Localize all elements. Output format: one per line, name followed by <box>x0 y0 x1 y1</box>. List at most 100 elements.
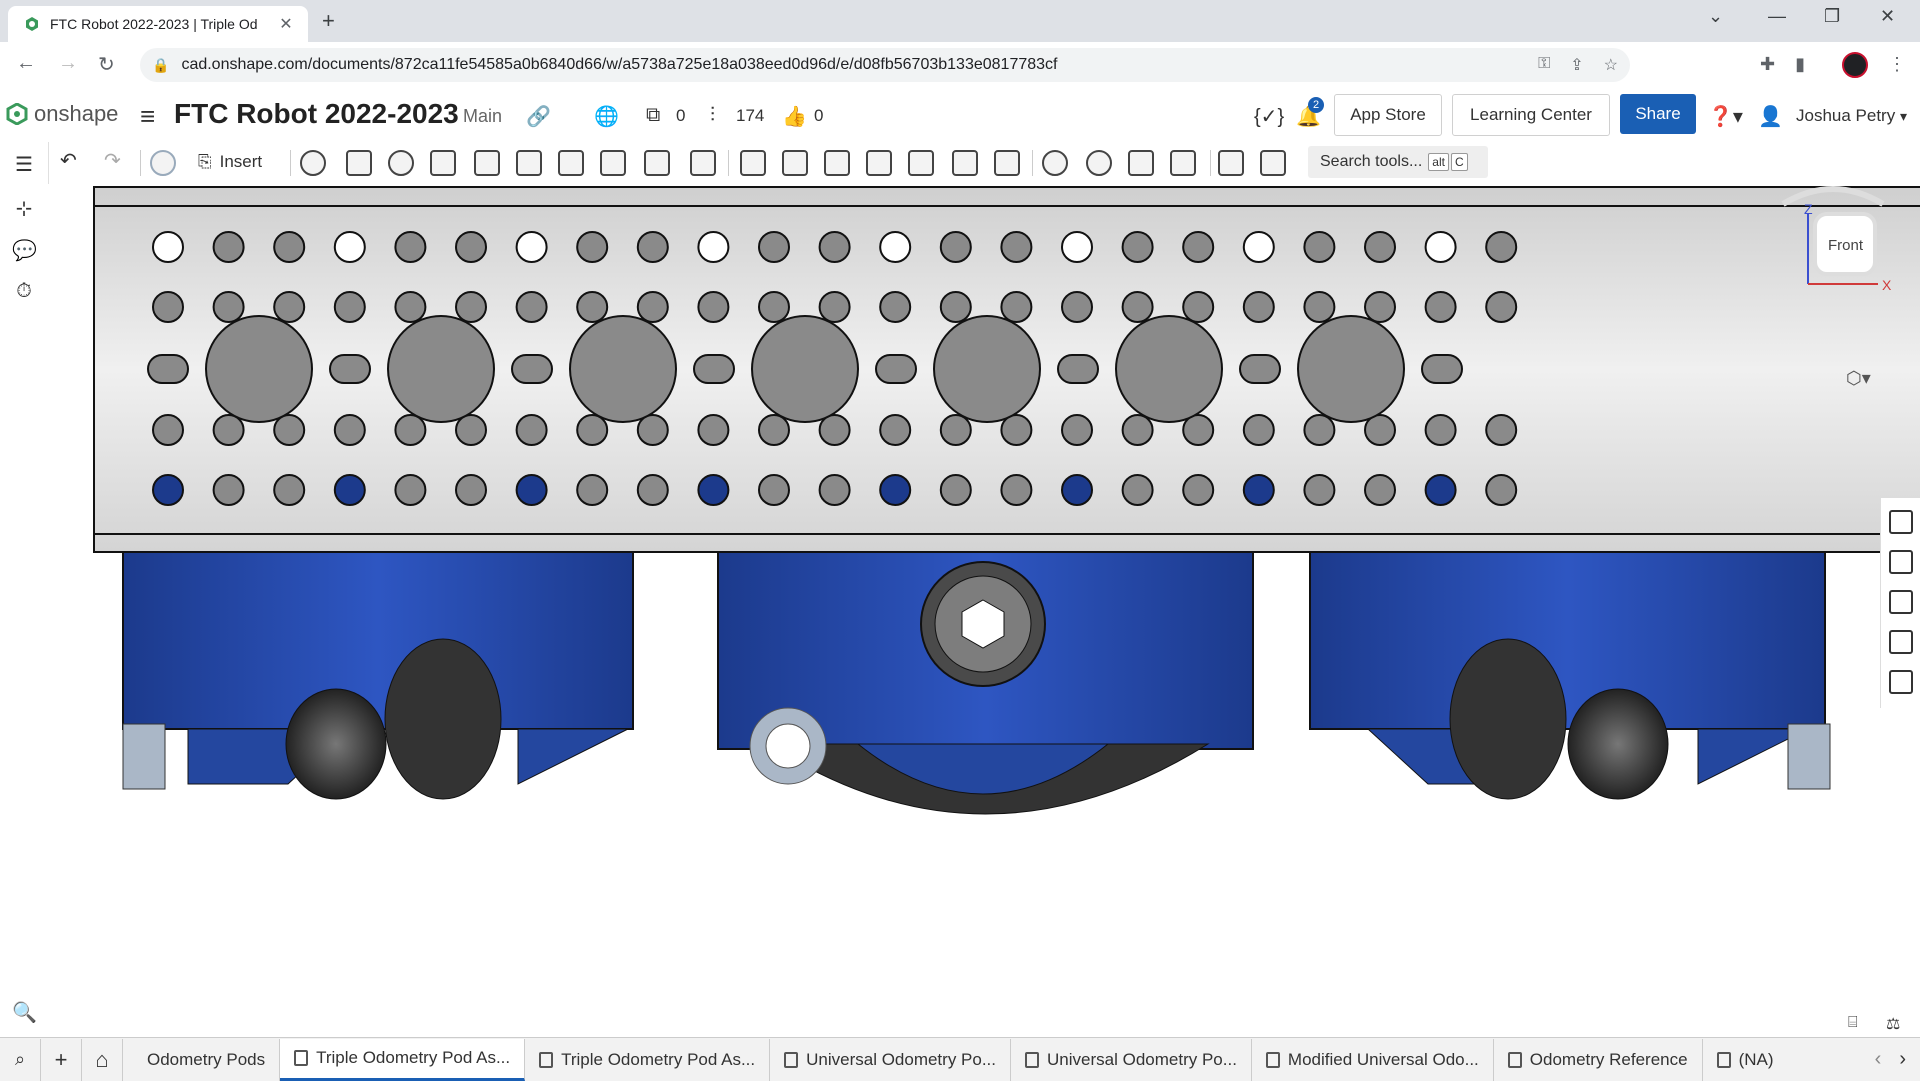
user-name[interactable]: Joshua Petry <box>1796 106 1895 126</box>
tab-assembly[interactable]: Universal Odometry Po... <box>770 1038 1012 1081</box>
ball-mate-icon[interactable] <box>644 150 670 176</box>
tab-assembly[interactable]: Triple Odometry Pod As... <box>525 1038 771 1081</box>
configurations-icon[interactable] <box>1889 630 1913 654</box>
screw-relation-icon[interactable] <box>866 150 892 176</box>
linear-relation-icon[interactable] <box>908 150 934 176</box>
mass-properties-icon[interactable] <box>1889 590 1913 614</box>
section-view-icon[interactable] <box>1260 150 1286 176</box>
planar-mate-icon[interactable] <box>516 150 542 176</box>
gear-generator-icon[interactable] <box>1086 150 1112 176</box>
learning-center-button[interactable]: Learning Center <box>1452 94 1610 136</box>
insert-button[interactable]: ⎘ Insert <box>198 152 262 172</box>
revolute-mate-icon[interactable] <box>430 150 456 176</box>
group-icon[interactable] <box>740 150 766 176</box>
extensions-icon[interactable]: ✚ <box>1760 54 1775 75</box>
lock-icon[interactable]: 🔒 <box>152 57 169 74</box>
channel-hole <box>1242 474 1275 506</box>
scroll-tabs-left-icon[interactable]: ‹ <box>1875 1048 1882 1071</box>
sprocket-icon[interactable] <box>1042 150 1068 176</box>
onshape-logo[interactable]: onshape <box>6 101 118 127</box>
gear-relation-icon[interactable] <box>782 150 808 176</box>
link-icon[interactable]: 🔗 <box>526 104 551 129</box>
tab-folder[interactable]: Odometry Pods <box>123 1038 281 1081</box>
belt-icon[interactable] <box>1128 150 1154 176</box>
mate-connector-icon[interactable] <box>150 150 176 176</box>
properties-icon[interactable] <box>1889 510 1913 534</box>
rack-pinion-icon[interactable] <box>824 150 850 176</box>
feature-toolbar: ↶ ↷ ⎘ Insert Search tools... alt C <box>0 142 1920 184</box>
view-cube[interactable]: Z X Front <box>1758 184 1908 349</box>
share-page-icon[interactable]: ⇪ <box>1570 55 1583 75</box>
tab-partstudio[interactable]: (NA) <box>1703 1039 1788 1081</box>
tab-partstudio[interactable]: Modified Universal Odo... <box>1252 1038 1494 1081</box>
user-avatar-icon[interactable]: 👤 <box>1758 104 1783 129</box>
appearance-icon[interactable] <box>1889 550 1913 574</box>
home-icon[interactable]: ⌂ <box>82 1038 123 1081</box>
pin-slot-mate-icon[interactable] <box>600 150 626 176</box>
variables-panel-icon[interactable] <box>1889 670 1913 694</box>
side-panel-icon[interactable]: ▮ <box>1795 54 1805 75</box>
tab-partstudio[interactable]: Universal Odometry Po... <box>1011 1038 1252 1081</box>
channel-hole <box>1000 474 1033 506</box>
search-doc-icon[interactable]: 🔍 <box>12 1000 37 1024</box>
search-tools-input[interactable]: Search tools... alt C <box>1308 146 1488 178</box>
fastened-mate-icon[interactable] <box>388 150 414 176</box>
channel-hole <box>212 291 245 323</box>
slider-mate-icon[interactable] <box>474 150 500 176</box>
chain-icon[interactable] <box>1170 150 1196 176</box>
document-title[interactable]: FTC Robot 2022-2023 <box>174 98 459 130</box>
app-store-button[interactable]: App Store <box>1334 94 1442 136</box>
channel-hole <box>1364 291 1396 323</box>
omnibox[interactable]: 🔒 cad.onshape.com/documents/872ca11fe545… <box>140 48 1630 82</box>
close-tab-icon[interactable]: ✕ <box>276 14 296 34</box>
window-close-icon[interactable]: ✕ <box>1880 6 1895 27</box>
gears-icon[interactable] <box>994 150 1020 176</box>
back-icon[interactable]: ← <box>16 52 36 75</box>
tab-search-icon[interactable]: ⌄ <box>1708 6 1723 27</box>
tab-assembly[interactable]: Odometry Reference <box>1494 1038 1703 1081</box>
undo-icon[interactable]: ↶ <box>60 148 77 173</box>
bookmark-star-icon[interactable]: ☆ <box>1604 55 1618 75</box>
browser-menu-icon[interactable]: ⋮ <box>1888 54 1906 75</box>
hamburger-menu-icon[interactable]: ≡ <box>140 101 155 132</box>
browser-profile-avatar[interactable] <box>1842 52 1868 78</box>
pattern-icon[interactable] <box>346 150 372 176</box>
minimize-icon[interactable]: — <box>1768 6 1786 27</box>
cylindrical-mate-icon[interactable] <box>558 150 584 176</box>
globe-icon[interactable]: 🌐 <box>594 104 619 129</box>
user-menu-chevron-icon[interactable]: ▾ <box>1900 108 1907 125</box>
new-tab-icon[interactable]: + <box>322 8 335 34</box>
history-icon[interactable]: ⫶ <box>710 104 715 127</box>
replicate-icon[interactable] <box>300 150 326 176</box>
timer-icon[interactable]: ⏱ <box>12 280 36 304</box>
cad-model[interactable] <box>48 184 1920 1037</box>
explode-view-icon[interactable] <box>952 150 978 176</box>
add-feature-icon[interactable]: ⊹ <box>12 196 36 220</box>
measure-icon[interactable]: ⚖ <box>1886 1014 1900 1034</box>
instance-list-icon[interactable]: ☰ <box>12 152 36 176</box>
add-tab-icon[interactable]: + <box>41 1038 82 1081</box>
view-mode-dropdown-icon[interactable]: ⬡▾ <box>1846 368 1871 389</box>
render-options-icon[interactable]: ⌸ <box>1848 1014 1858 1032</box>
versions-icon[interactable]: ⧉ <box>646 104 660 127</box>
browser-tab[interactable]: FTC Robot 2022-2023 | Triple Od ✕ <box>8 6 308 42</box>
url-text[interactable]: cad.onshape.com/documents/872ca11fe54585… <box>181 56 1538 74</box>
redo-icon[interactable]: ↷ <box>104 148 121 173</box>
maximize-icon[interactable]: ❐ <box>1824 6 1840 27</box>
reload-icon[interactable]: ↻ <box>98 52 115 77</box>
comments-icon[interactable]: 💬 <box>12 238 37 262</box>
forward-icon[interactable]: → <box>58 52 78 75</box>
variables-icon[interactable]: {✓} <box>1254 104 1284 129</box>
branch-label[interactable]: Main <box>463 106 502 127</box>
tab-label: Universal Odometry Po... <box>1047 1049 1237 1069</box>
like-thumb-icon[interactable]: 👍 <box>782 104 807 129</box>
tab-assembly-active[interactable]: Triple Odometry Pod As... <box>280 1038 526 1081</box>
scroll-tabs-right-icon[interactable]: › <box>1899 1048 1906 1071</box>
graphics-viewport[interactable]: Z X Front ⬡▾ ⌸ ⚖ <box>48 184 1920 1037</box>
tangent-mate-icon[interactable] <box>690 150 716 176</box>
help-icon[interactable]: ❓▾ <box>1708 104 1743 129</box>
bill-of-materials-icon[interactable] <box>1218 150 1244 176</box>
share-button[interactable]: Share <box>1620 94 1696 134</box>
key-icon[interactable]: ⚿ <box>1538 55 1550 75</box>
search-tabs-icon[interactable]: ⌕ <box>0 1038 41 1081</box>
